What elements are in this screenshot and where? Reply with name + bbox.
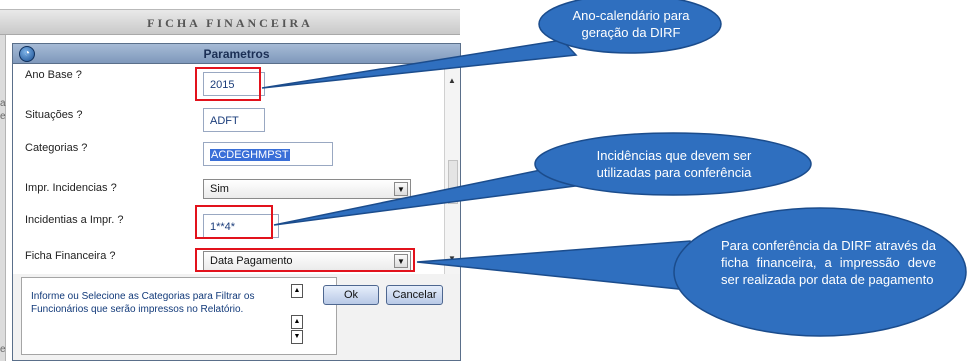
callout-pointer: [416, 240, 699, 292]
callout-text-incidencias: Incidências que devem ser utilizadas par…: [596, 148, 752, 180]
callouts-layer: [261, 0, 967, 337]
callout-pointer: [261, 39, 578, 89]
callout-pointer: [273, 165, 577, 226]
callout-text-data-pagamento: Para conferência da DIRF através da fich…: [721, 238, 936, 287]
callout-text-ano-calendario: Ano-calendário para geração da DIRF: [572, 8, 690, 40]
